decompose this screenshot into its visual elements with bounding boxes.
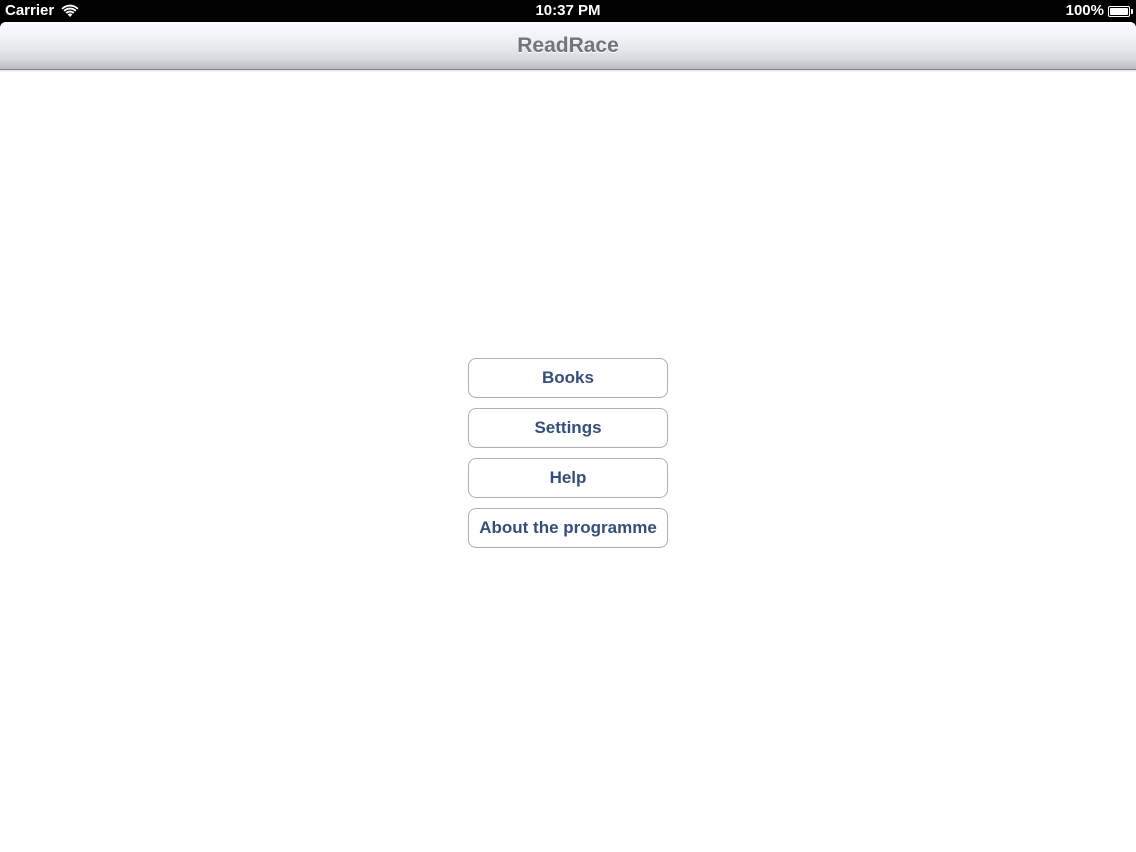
app-screen: ReadRace Books Settings Help About the p… xyxy=(0,22,1136,852)
battery-percentage: 100% xyxy=(1065,2,1104,19)
navigation-bar: ReadRace xyxy=(0,22,1136,70)
status-right: 100% xyxy=(1065,0,1133,22)
main-menu: Books Settings Help About the programme xyxy=(468,358,668,558)
page-title: ReadRace xyxy=(517,34,619,57)
status-bar: Carrier 10:37 PM 100% xyxy=(0,0,1136,22)
status-time: 10:37 PM xyxy=(535,2,601,19)
books-button[interactable]: Books xyxy=(468,358,668,398)
help-button[interactable]: Help xyxy=(468,458,668,498)
battery-fill xyxy=(1110,7,1128,15)
about-button[interactable]: About the programme xyxy=(468,508,668,548)
battery-nub xyxy=(1131,8,1133,14)
battery-icon xyxy=(1108,5,1133,17)
settings-button[interactable]: Settings xyxy=(468,408,668,448)
